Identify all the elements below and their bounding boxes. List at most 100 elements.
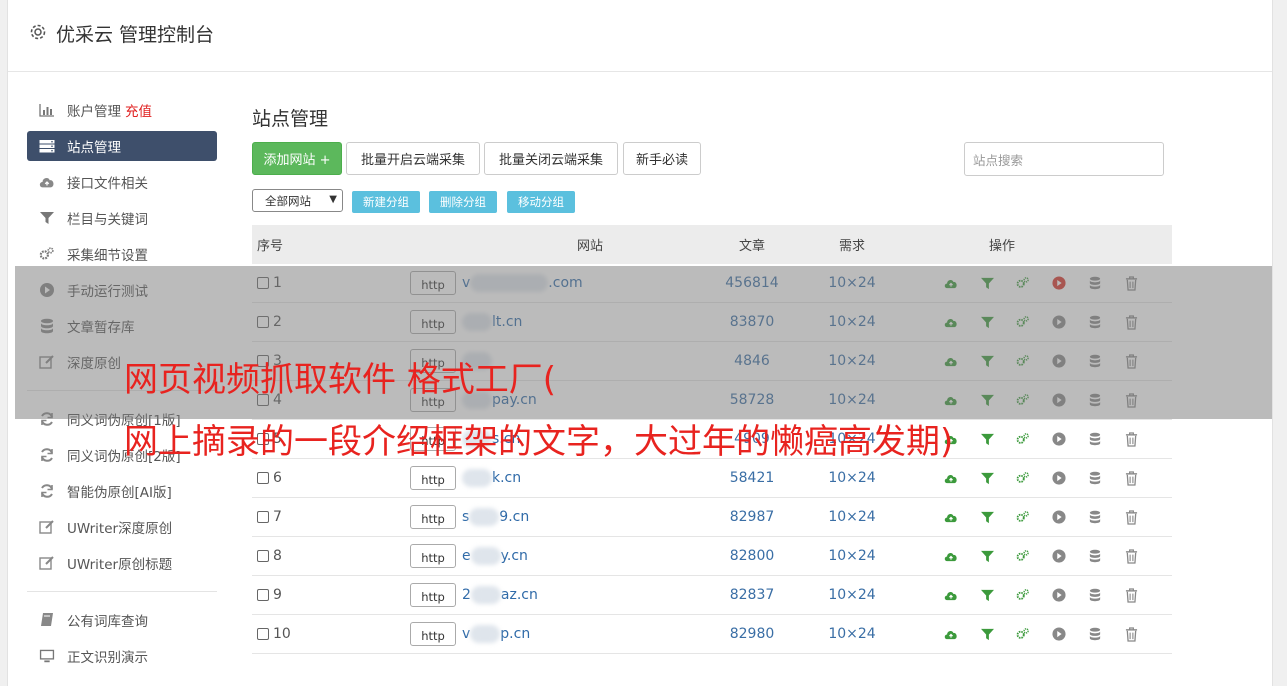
cloud-upload-icon[interactable] xyxy=(944,549,958,563)
trash-icon[interactable] xyxy=(1124,587,1138,603)
sidebar-item-account[interactable]: 账户管理 充值 xyxy=(27,92,217,128)
play-icon[interactable] xyxy=(1052,432,1066,446)
row-checkbox[interactable] xyxy=(257,550,269,562)
gears-icon[interactable] xyxy=(1016,627,1030,641)
filter-icon[interactable] xyxy=(980,471,994,485)
trash-icon[interactable] xyxy=(1124,626,1138,642)
trash-icon[interactable] xyxy=(1124,548,1138,564)
newbie-guide-button[interactable]: 新手必读 xyxy=(623,142,701,175)
play-icon[interactable] xyxy=(1052,588,1066,602)
database-icon[interactable] xyxy=(1088,627,1102,641)
gears-icon[interactable] xyxy=(1016,549,1030,563)
site-domain-link[interactable]: s 9.cn xyxy=(462,508,529,526)
protocol-badge: http xyxy=(410,622,456,646)
recharge-link[interactable]: 充值 xyxy=(125,100,152,120)
row-checkbox[interactable] xyxy=(257,511,269,523)
database-icon[interactable] xyxy=(1088,588,1102,602)
filter-icon[interactable] xyxy=(980,627,994,641)
article-count[interactable]: 82980 xyxy=(712,626,792,642)
site-domain-end: 9.cn xyxy=(499,509,530,525)
sidebar-item-public-lexicon[interactable]: 公有词库查询 xyxy=(27,602,217,638)
sidebar-item-smart-ai[interactable]: 智能伪原创[AI版] xyxy=(27,473,217,509)
gears-icon[interactable] xyxy=(1016,510,1030,524)
sidebar-item-text-recognition[interactable]: 正文识别演示 xyxy=(27,638,217,674)
gears-icon[interactable] xyxy=(1016,588,1030,602)
row-checkbox[interactable] xyxy=(257,589,269,601)
row-number-cell: 6 xyxy=(252,470,332,486)
site-domain-end: p.cn xyxy=(500,626,531,642)
batch-close-cloud-button[interactable]: 批量关闭云端采集 xyxy=(484,142,618,175)
gears-icon[interactable] xyxy=(1016,471,1030,485)
row-number: 9 xyxy=(273,587,282,603)
play-icon[interactable] xyxy=(1052,549,1066,563)
cloud-upload-icon[interactable] xyxy=(944,627,958,641)
trash-icon[interactable] xyxy=(1124,431,1138,447)
play-icon[interactable] xyxy=(1052,471,1066,485)
protocol-badge: http xyxy=(410,583,456,607)
site-domain-link[interactable]: 2 az.cn xyxy=(462,586,538,604)
trash-icon[interactable] xyxy=(1124,509,1138,525)
row-number-cell: 9 xyxy=(252,587,332,603)
edit-icon xyxy=(39,519,55,535)
move-group-button[interactable]: 移动分组 xyxy=(507,191,575,213)
play-icon[interactable] xyxy=(1052,627,1066,641)
database-icon[interactable] xyxy=(1088,471,1102,485)
ops-cell xyxy=(912,509,1172,525)
sidebar-item-label: UWriter深度原创 xyxy=(67,521,173,537)
group-select[interactable]: 全部网站 ▼ xyxy=(252,189,343,212)
protocol-badge: http xyxy=(410,466,456,490)
add-site-button[interactable]: 添加网站 + xyxy=(252,142,342,175)
need-value: 10×24 xyxy=(828,470,876,486)
delete-group-button[interactable]: 删除分组 xyxy=(429,191,497,213)
filter-icon[interactable] xyxy=(980,432,994,446)
trash-icon[interactable] xyxy=(1124,470,1138,486)
site-domain-link[interactable]: k.cn xyxy=(462,469,521,487)
article-count[interactable]: 58421 xyxy=(712,470,792,486)
site-domain-link[interactable]: v p.cn xyxy=(462,625,530,643)
gear-icon xyxy=(28,22,48,42)
row-number: 8 xyxy=(273,548,282,564)
new-group-button[interactable]: 新建分组 xyxy=(352,191,420,213)
site-cell: http e y.cn xyxy=(332,544,712,568)
sidebar-item-label: 公有词库查询 xyxy=(67,614,148,630)
play-icon[interactable] xyxy=(1052,510,1066,524)
sidebar-item-uwriter-deep[interactable]: UWriter深度原创 xyxy=(27,509,217,545)
sidebar-item-columns-keywords[interactable]: 栏目与关键词 xyxy=(27,200,217,236)
redacted-mask xyxy=(462,469,492,487)
row-number-cell: 10 xyxy=(252,626,332,642)
header-no: 序号 xyxy=(257,239,284,254)
article-count[interactable]: 82837 xyxy=(712,587,792,603)
article-count[interactable]: 82800 xyxy=(712,548,792,564)
monitor-icon xyxy=(39,648,55,664)
site-domain-link[interactable]: e y.cn xyxy=(462,547,528,565)
sidebar-item-sites[interactable]: 站点管理 xyxy=(27,131,217,161)
sidebar-item-interface-files[interactable]: 接口文件相关 xyxy=(27,164,217,200)
row-checkbox[interactable] xyxy=(257,472,269,484)
site-domain-end: k.cn xyxy=(492,470,522,486)
sidebar-item-uwriter-title[interactable]: UWriter原创标题 xyxy=(27,545,217,581)
chevron-down-icon: ▼ xyxy=(329,194,337,205)
article-count[interactable]: 82987 xyxy=(712,509,792,525)
filter-icon[interactable] xyxy=(980,549,994,563)
cloud-upload-icon[interactable] xyxy=(944,510,958,524)
row-checkbox[interactable] xyxy=(257,628,269,640)
database-icon[interactable] xyxy=(1088,432,1102,446)
cloud-upload-icon xyxy=(39,174,55,190)
filter-icon[interactable] xyxy=(980,510,994,524)
ops-cell xyxy=(912,626,1172,642)
ops-cell xyxy=(912,548,1172,564)
overlay-title-line1: 网页视频抓取软件 格式工厂( xyxy=(124,360,557,400)
database-icon[interactable] xyxy=(1088,549,1102,563)
server-icon xyxy=(39,138,55,154)
site-cell: http v p.cn xyxy=(332,622,712,646)
site-domain-start: s xyxy=(462,509,470,525)
protocol-badge: http xyxy=(410,505,456,529)
batch-open-cloud-button[interactable]: 批量开启云端采集 xyxy=(346,142,480,175)
site-search-input[interactable]: 站点搜索 xyxy=(964,142,1164,176)
cloud-upload-icon[interactable] xyxy=(944,588,958,602)
filter-icon[interactable] xyxy=(980,588,994,602)
database-icon[interactable] xyxy=(1088,510,1102,524)
cloud-upload-icon[interactable] xyxy=(944,471,958,485)
gears-icon[interactable] xyxy=(1016,432,1030,446)
site-domain-end: y.cn xyxy=(500,548,528,564)
